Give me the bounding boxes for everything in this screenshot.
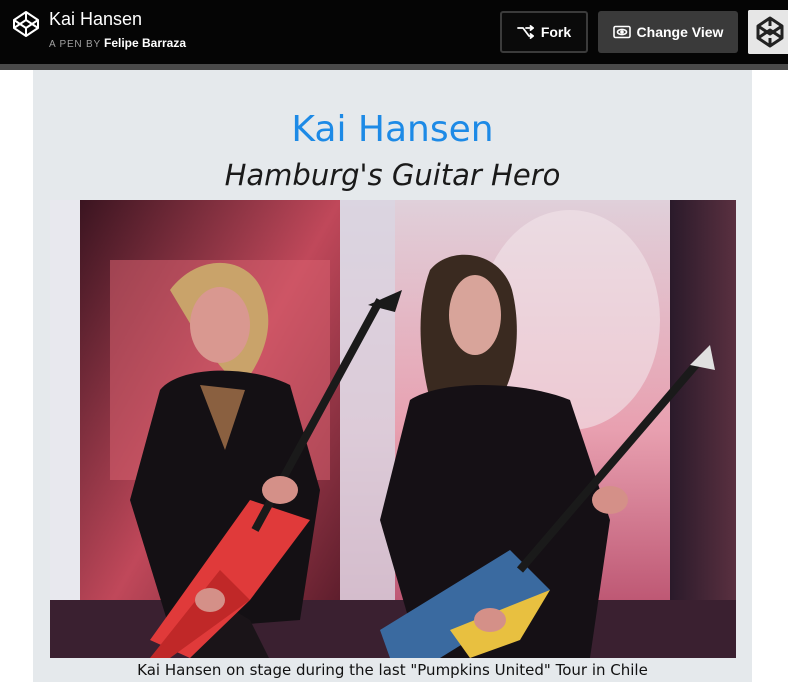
codepen-logo-icon[interactable]	[12, 10, 40, 38]
change-view-button[interactable]: Change View	[598, 11, 738, 53]
user-avatar[interactable]	[748, 10, 788, 54]
change-view-label: Change View	[636, 24, 724, 40]
image-caption: Kai Hansen on stage during the last "Pum…	[137, 661, 648, 679]
fork-button[interactable]: Fork	[500, 11, 588, 53]
eye-icon	[612, 25, 631, 39]
author-link[interactable]: Felipe Barraza	[104, 36, 186, 50]
tribute-page: Kai Hansen Hamburg's Guitar Hero Kai Han…	[33, 70, 752, 682]
concert-photo-illustration	[50, 200, 736, 658]
fork-label: Fork	[540, 24, 572, 40]
pen-by-label: A PEN BY	[49, 39, 101, 50]
pen-header: Kai Hansen A PEN BY Felipe Barraza Fork C…	[0, 0, 788, 64]
fork-icon	[516, 25, 534, 39]
pen-title: Kai Hansen	[49, 9, 143, 29]
page-subtitle: Hamburg's Guitar Hero	[224, 158, 561, 192]
page-title: Kai Hansen	[291, 109, 494, 150]
avatar-logo-icon	[748, 10, 788, 54]
concert-photo	[50, 200, 736, 658]
pen-author-line: A PEN BY Felipe Barraza	[49, 36, 186, 50]
